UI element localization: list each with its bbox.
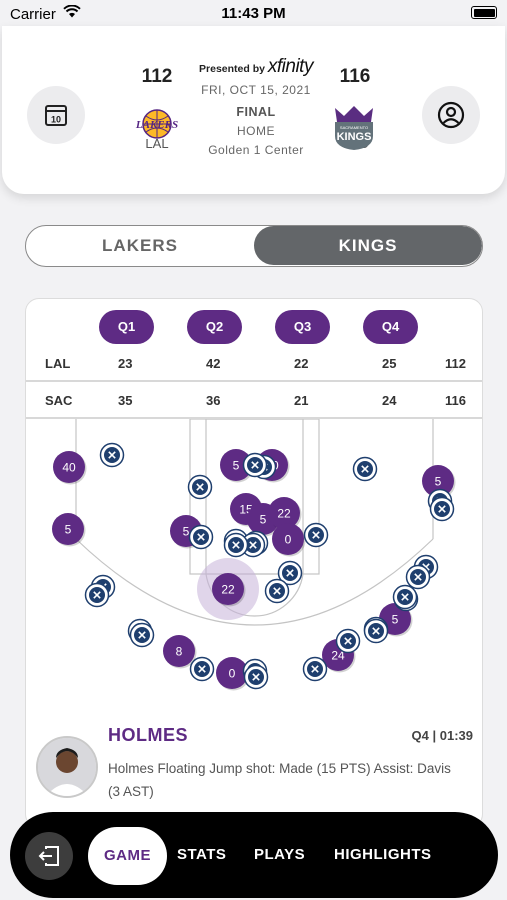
made-shot-label: 8 (176, 645, 183, 659)
row-team: SAC (45, 393, 73, 408)
home-score: 116 (339, 66, 371, 87)
q2-score: 42 (206, 356, 221, 371)
sponsor-line: Presented by xfinity (182, 56, 330, 78)
missed-shot-marker[interactable] (188, 524, 214, 550)
tab-stats[interactable]: STATS (177, 812, 226, 898)
q4-score: 24 (382, 393, 397, 408)
made-shot-marker[interactable]: 5 (52, 513, 86, 547)
made-shot-label: 5 (65, 523, 72, 537)
calendar-button[interactable]: 10 (27, 86, 85, 144)
score-row-lal: LAL 23 42 22 25 112 (26, 346, 482, 382)
missed-shot-marker[interactable] (264, 578, 290, 604)
profile-button[interactable] (422, 86, 480, 144)
total-score: 112 (445, 356, 466, 371)
score-row-sac: SAC 35 36 21 24 116 (26, 383, 482, 419)
made-shot-label: 5 (435, 475, 442, 489)
made-shot-marker[interactable]: 0 (272, 523, 306, 557)
made-shot-label: 22 (221, 583, 235, 597)
made-shot-label: 0 (229, 667, 236, 681)
tab-bar: GAME STATS PLAYS HIGHLIGHTS (10, 812, 498, 898)
exit-icon (38, 846, 59, 866)
away-score: 112 (141, 66, 173, 87)
q4-score: 25 (382, 356, 397, 371)
missed-shot-marker[interactable] (187, 474, 213, 500)
clock: 11:43 PM (221, 5, 286, 22)
missed-shot-marker[interactable] (405, 564, 431, 590)
q3-score: 22 (294, 356, 309, 371)
missed-shot-marker[interactable] (302, 656, 328, 682)
calendar-icon: 10 (45, 105, 67, 126)
missed-shot-marker[interactable] (363, 618, 389, 644)
play-clock: Q4 | 01:39 (411, 728, 473, 743)
made-shot-label: 22 (277, 507, 291, 521)
battery-icon (471, 6, 497, 19)
kings-logo-text: KINGS (337, 131, 372, 143)
quarter-button-q4[interactable]: Q4 (363, 310, 418, 344)
q3-score: 21 (294, 393, 309, 408)
kings-logo-subtext: SACRAMENTO (340, 125, 368, 130)
made-shot-label: 5 (392, 613, 399, 627)
missed-shot-marker[interactable] (189, 656, 215, 682)
arena-name: Golden 1 Center (208, 143, 304, 157)
missed-shot-marker[interactable] (429, 496, 455, 522)
tab-highlights[interactable]: HIGHLIGHTS (334, 812, 432, 898)
game-info: Presented by xfinity FRI, OCT 15, 2021 F… (182, 56, 330, 157)
tab-game[interactable]: GAME (88, 827, 167, 885)
game-status: FINAL (236, 105, 276, 119)
game-header: 10 112 LAL LAKERS Presented by xfinity F… (2, 26, 505, 194)
presented-by-label: Presented by (199, 63, 265, 75)
missed-shot-marker[interactable] (243, 664, 269, 690)
total-score: 116 (445, 393, 466, 408)
made-shot-label: 5 (183, 525, 190, 539)
made-shot-label: 0 (285, 533, 292, 547)
made-shot-label: 5 (260, 513, 267, 527)
quarter-button-q3[interactable]: Q3 (275, 310, 330, 344)
toggle-kings[interactable]: KINGS (254, 226, 482, 265)
missed-shot-marker[interactable] (99, 442, 125, 468)
exit-button[interactable] (25, 832, 73, 880)
calendar-day: 10 (51, 115, 61, 125)
missed-shot-marker[interactable] (352, 456, 378, 482)
shot-chart: 405805405155220222455 (52, 419, 456, 691)
last-play[interactable]: HOLMES Q4 | 01:39 Holmes Floating Jump s… (26, 711, 482, 827)
missed-shot-marker[interactable] (223, 532, 249, 558)
venue-type: HOME (237, 124, 275, 138)
missed-shot-marker[interactable] (129, 622, 155, 648)
player-name: HOLMES (108, 725, 189, 745)
q1-score: 23 (118, 356, 133, 371)
missed-shot-marker[interactable] (242, 452, 268, 478)
quarter-button-q2[interactable]: Q2 (187, 310, 242, 344)
user-icon (437, 101, 465, 129)
toggle-lakers[interactable]: LAKERS (26, 226, 254, 265)
q1-score: 35 (118, 393, 133, 408)
player-avatar (36, 736, 98, 798)
made-shot-marker[interactable]: 40 (53, 451, 87, 485)
made-shot-label: 40 (62, 461, 76, 475)
missed-shot-marker[interactable] (392, 584, 418, 610)
sponsor-logo: xfinity (267, 56, 314, 77)
kings-logo: SACRAMENTO KINGS (335, 106, 373, 150)
made-shot-label: 5 (233, 459, 240, 473)
missed-shot-marker[interactable] (303, 522, 329, 548)
tab-plays[interactable]: PLAYS (254, 812, 305, 898)
q2-score: 36 (206, 393, 221, 408)
game-date: FRI, OCT 15, 2021 (201, 83, 311, 97)
team-toggle[interactable]: LAKERS KINGS (25, 225, 483, 267)
lakers-logo-text: LAKERS (135, 119, 178, 131)
play-description: Holmes Floating Jump shot: Made (15 PTS)… (108, 761, 451, 799)
lakers-logo: LAKERS (135, 109, 178, 139)
shot-markers: 405805405155220222455 (52, 442, 456, 691)
missed-shot-marker[interactable] (84, 582, 110, 608)
quarter-button-q1[interactable]: Q1 (99, 310, 154, 344)
game-card: Q1 Q2 Q3 Q4 LAL 23 42 22 25 112 SAC 35 3… (25, 298, 483, 828)
missed-shot-marker[interactable] (335, 628, 361, 654)
row-team: LAL (45, 356, 71, 371)
